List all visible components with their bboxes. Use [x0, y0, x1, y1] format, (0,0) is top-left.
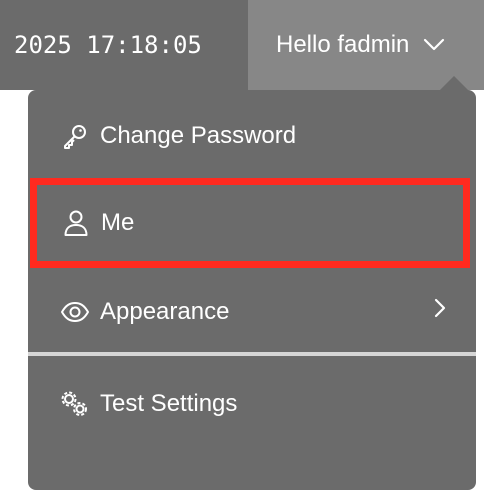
top-bar: 2025 17:18:05 Hello fadmin [0, 0, 484, 90]
menu-item-test-settings[interactable]: Test Settings [28, 360, 476, 448]
menu-item-appearance[interactable]: Appearance [28, 268, 476, 356]
clock-display: 2025 17:18:05 [14, 31, 202, 59]
menu-item-change-password[interactable]: Change Password [28, 92, 476, 180]
user-greeting: Hello fadmin [276, 31, 410, 58]
menu-item-label: Test Settings [100, 390, 238, 417]
dropdown-caret [440, 76, 468, 90]
chevron-right-icon [434, 298, 446, 318]
menu-item-me[interactable]: Me [30, 178, 470, 268]
user-dropdown-menu: Change Password Me Appearance Test Setti… [28, 90, 476, 490]
eye-icon [60, 297, 90, 327]
gears-icon [60, 389, 90, 419]
menu-item-label: Me [101, 209, 135, 236]
menu-item-label: Appearance [100, 298, 230, 325]
chevron-down-icon [423, 38, 445, 52]
menu-divider [28, 352, 476, 356]
menu-item-label: Change Password [100, 122, 297, 149]
key-icon [60, 121, 90, 151]
person-icon [61, 208, 91, 238]
